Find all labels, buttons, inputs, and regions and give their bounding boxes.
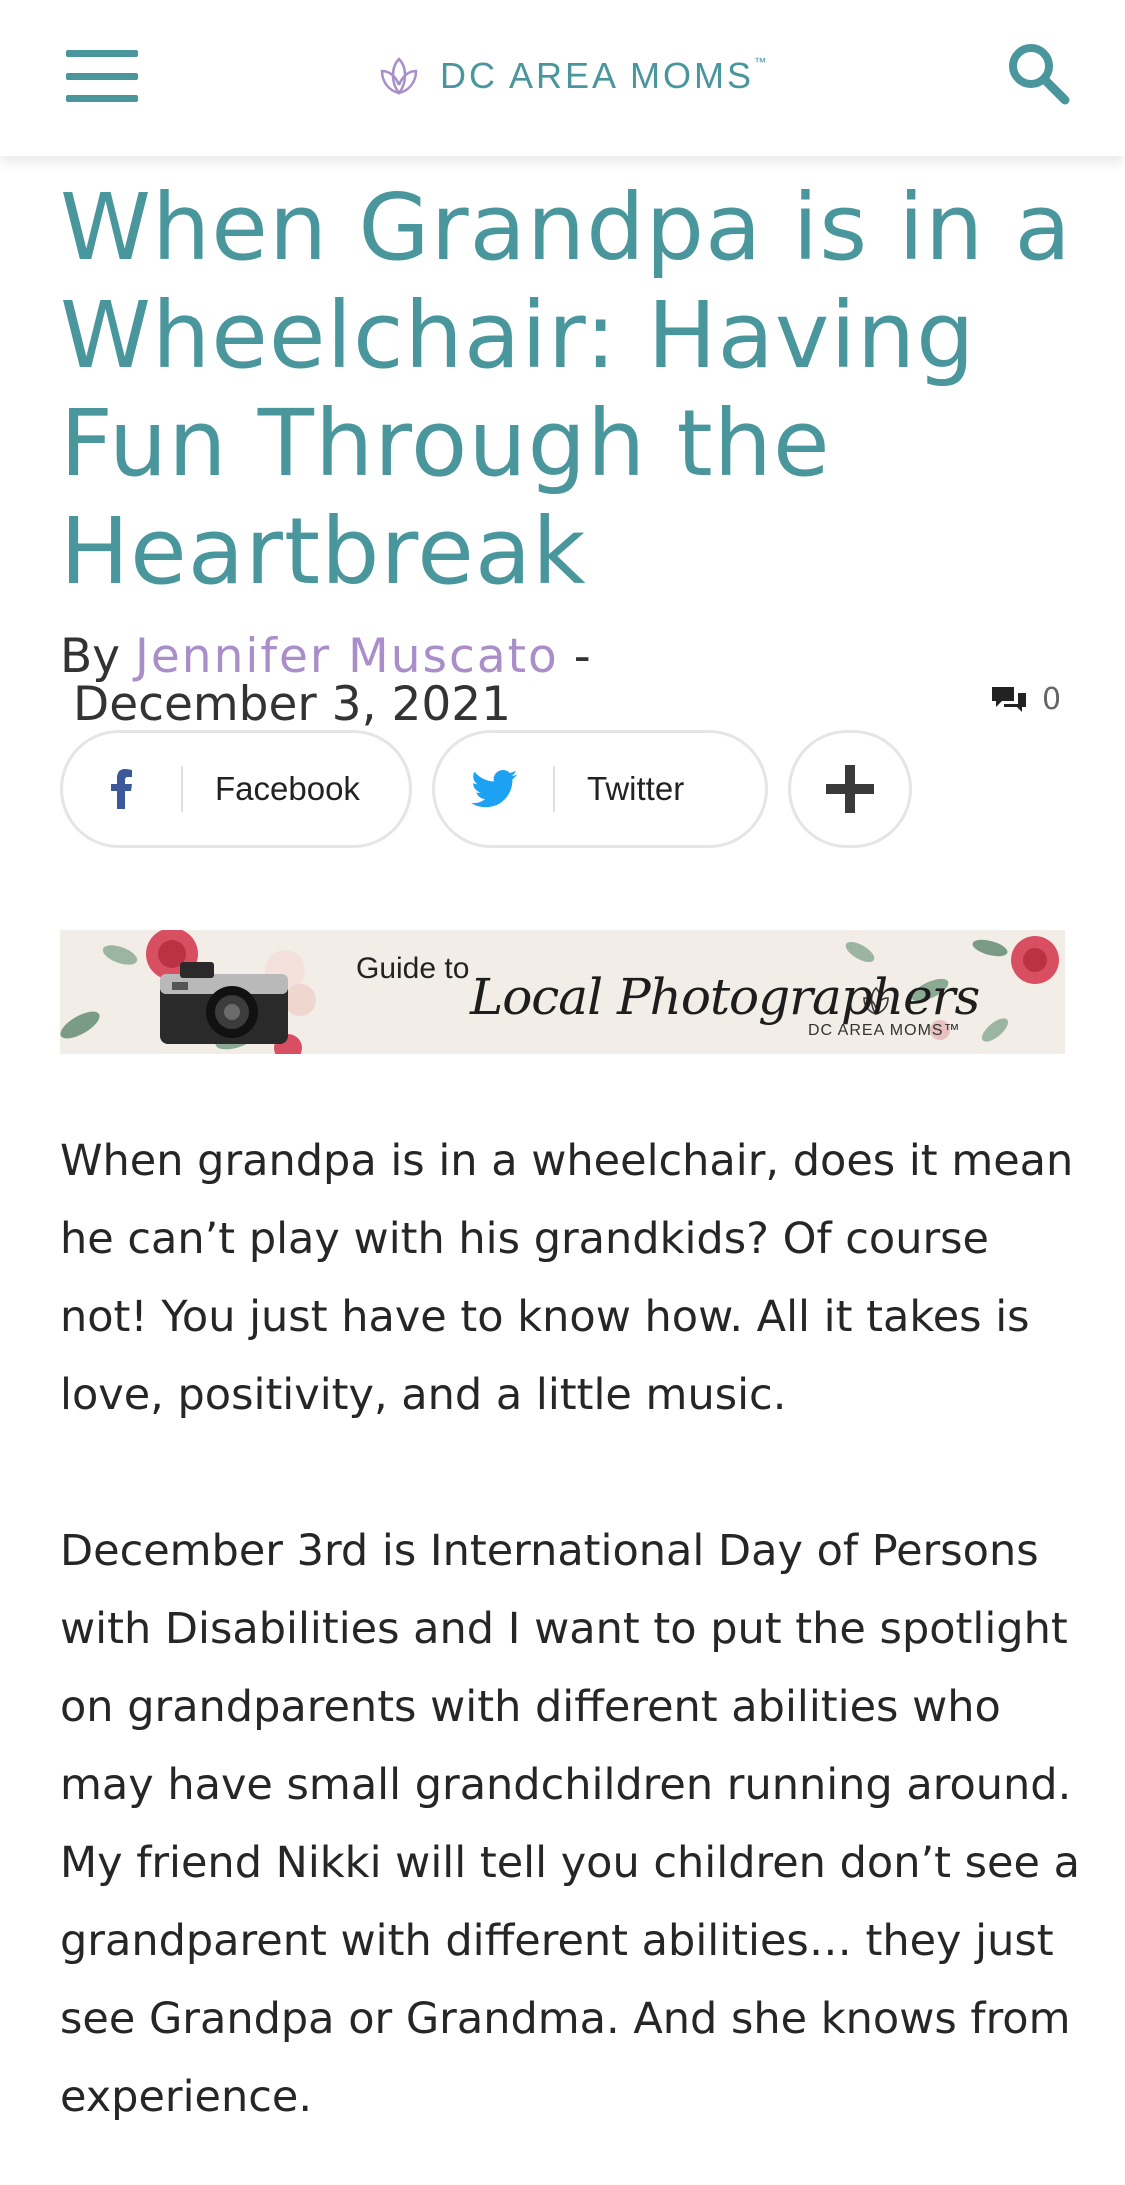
search-icon[interactable]	[1005, 40, 1071, 106]
article-paragraph: December 3rd is International Day of Per…	[60, 1526, 1080, 2122]
facebook-icon	[63, 769, 181, 809]
site-logo[interactable]: DC AREA MOMS™	[376, 48, 769, 104]
photographers-guide-banner[interactable]: Guide to Local Photographers DC AREA MOM…	[60, 930, 1065, 1054]
byline-prefix: By	[60, 629, 121, 684]
publish-date: December 3, 2021	[73, 677, 512, 732]
twitter-label: Twitter	[587, 770, 685, 807]
author-link[interactable]: Jennifer Muscato	[135, 629, 559, 684]
byline: By Jennifer Muscato -	[60, 630, 591, 684]
comments-icon	[992, 686, 1026, 712]
banner-brand-text: DC AREA MOMS™	[808, 1022, 961, 1039]
banner-guide-text: Guide to	[356, 952, 470, 985]
hamburger-menu-icon[interactable]	[66, 50, 138, 102]
byline-separator: -	[573, 629, 591, 684]
article-title: When Grandpa is in a Wheelchair: Having …	[60, 174, 1072, 605]
site-header: DC AREA MOMS™	[0, 0, 1125, 156]
share-twitter-button[interactable]: Twitter	[432, 730, 768, 848]
menu-bar	[66, 50, 138, 57]
logo-text: DC AREA MOMS™	[440, 55, 770, 96]
article-paragraph: When grandpa is in a wheelchair, does it…	[60, 1136, 1074, 1420]
comment-count: 0	[1042, 682, 1062, 717]
lotus-logo-icon	[380, 57, 418, 96]
plus-icon	[826, 765, 874, 813]
share-facebook-button[interactable]: Facebook	[60, 730, 412, 848]
banner-script-text: Local Photographers	[470, 968, 980, 1026]
facebook-label: Facebook	[215, 770, 360, 807]
share-more-button[interactable]	[788, 730, 912, 848]
twitter-icon	[435, 770, 553, 808]
comments-link[interactable]: 0	[990, 682, 1061, 717]
menu-bar	[66, 95, 138, 102]
menu-bar	[66, 72, 138, 80]
